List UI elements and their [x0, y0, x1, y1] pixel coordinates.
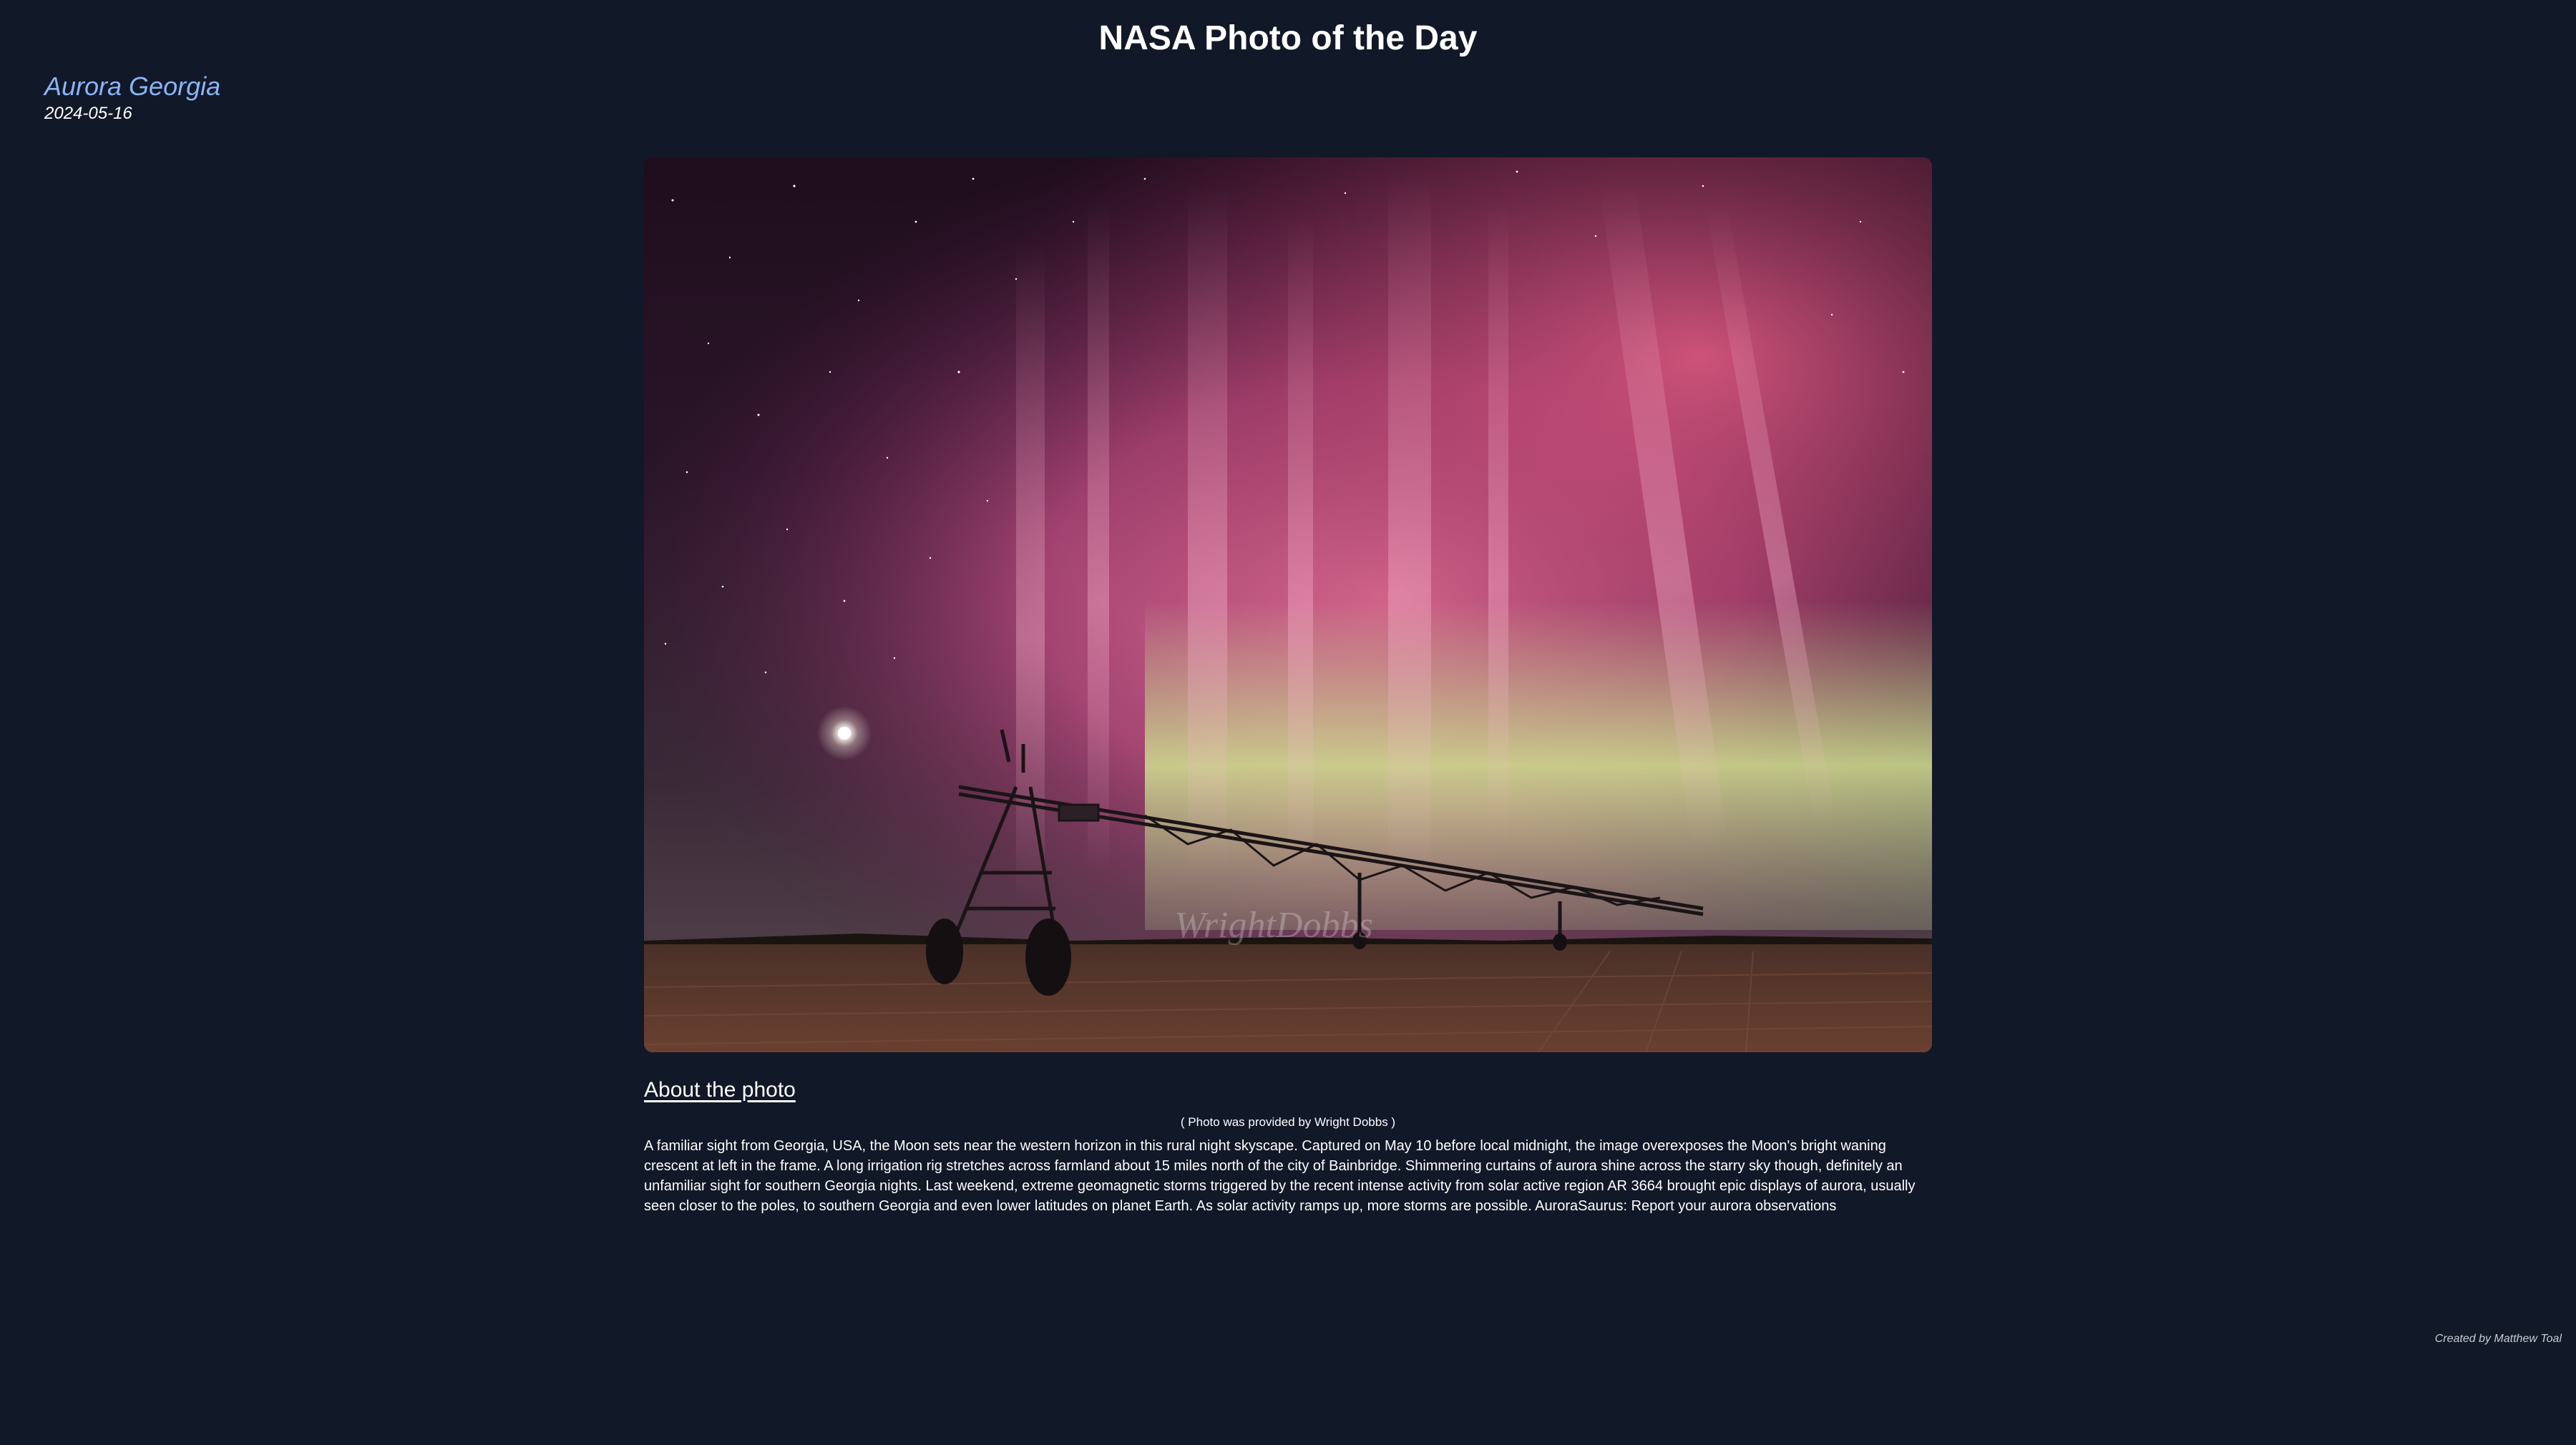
rig-wheel-right: [1025, 919, 1071, 996]
photo-meta: Aurora Georgia 2024-05-16: [44, 70, 220, 124]
photo-date: 2024-05-16: [44, 104, 132, 123]
photo-watermark: WrightDobbs: [1174, 905, 1372, 946]
photo-credit: ( Photo was provided by Wright Dobbs ): [1180, 1115, 1396, 1129]
footer-credit: Created by Matthew Toal: [2434, 1333, 2562, 1345]
photo-of-the-day-image: WrightDobbs: [644, 157, 1932, 1052]
photo-description: A familiar sight from Georgia, USA, the …: [644, 1138, 1916, 1214]
page-title: NASA Photo of the Day: [1098, 19, 1478, 57]
rig-wheel-left: [926, 919, 963, 984]
photo-title: Aurora Georgia: [44, 72, 221, 101]
about-heading: About the photo: [644, 1078, 796, 1102]
